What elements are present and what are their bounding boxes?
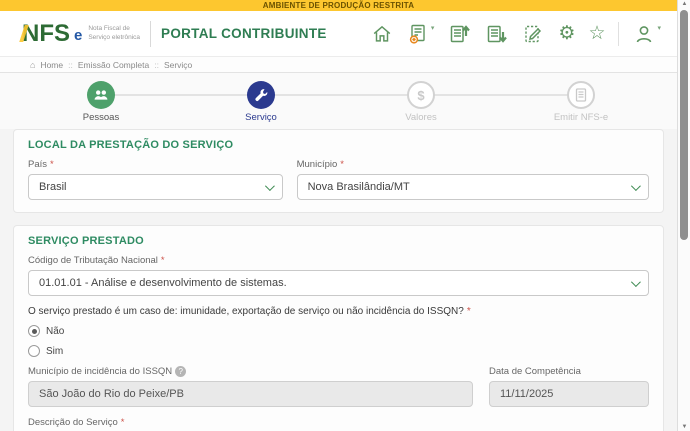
user-icon[interactable]: ▾ <box>632 22 661 46</box>
section-local-prestacao: LOCAL DA PRESTAÇÃO DO SERVIÇO País* Bras… <box>13 129 664 213</box>
section-servico-prestado: SERVIÇO PRESTADO Código de Tributação Na… <box>13 225 664 431</box>
scroll-up-icon[interactable]: ▲ <box>678 1 690 7</box>
breadcrumb-separator: :: <box>68 60 73 70</box>
radio-icon[interactable] <box>28 345 40 357</box>
document-icon <box>573 87 589 103</box>
wrench-icon <box>252 86 270 104</box>
section-title: SERVIÇO PRESTADO <box>28 235 649 247</box>
new-nfse-icon[interactable]: ▾ <box>406 22 435 46</box>
step-pessoas[interactable] <box>87 81 115 109</box>
notas-emitidas-icon[interactable] <box>447 22 471 46</box>
step-servico-label: Serviço <box>201 112 321 123</box>
help-icon[interactable]: ? <box>175 366 186 377</box>
nfse-logo-tagline: Nota Fiscal de Serviço eletrônica <box>88 25 140 41</box>
settings-icon[interactable]: ⚙ <box>558 23 575 45</box>
pais-select[interactable]: Brasil <box>28 174 283 200</box>
breadcrumb: ⌂ Home :: Emissão Completa :: Serviço <box>0 57 677 73</box>
app-header: NFS e Nota Fiscal de Serviço eletrônica … <box>0 11 677 57</box>
header-toolbar: ▾ <box>371 22 661 46</box>
breadcrumb-home-icon: ⌂ <box>30 60 35 70</box>
vertical-scrollbar[interactable]: ▲ ▼ <box>677 0 690 431</box>
required-asterisk: * <box>340 159 344 170</box>
required-asterisk: * <box>467 306 471 317</box>
nfse-logo: NFS e Nota Fiscal de Serviço eletrônica <box>22 22 140 46</box>
home-icon[interactable] <box>371 23 393 45</box>
nfse-logo-e: e <box>74 25 82 46</box>
notas-recebidas-icon[interactable] <box>484 22 508 46</box>
field-pais: País* Brasil <box>28 159 283 200</box>
step-emitir-label: Emitir NFS-e <box>521 112 641 123</box>
municipio-select[interactable]: Nova Brasilândia/MT <box>297 174 649 200</box>
section-title: LOCAL DA PRESTAÇÃO DO SERVIÇO <box>28 139 649 151</box>
municipio-incidencia-input <box>28 381 473 407</box>
rascunhos-icon[interactable] <box>521 22 545 46</box>
field-descricao: Descrição do Serviço* <box>28 417 649 431</box>
data-competencia-input <box>489 381 649 407</box>
portal-title: PORTAL CONTRIBUINTE <box>161 26 327 41</box>
breadcrumb-servico[interactable]: Serviço <box>164 60 192 70</box>
required-asterisk: * <box>121 417 125 428</box>
field-municipio: Município* Nova Brasilândia/MT <box>297 159 649 200</box>
breadcrumb-emissao-completa[interactable]: Emissão Completa <box>78 60 149 70</box>
stepper-line <box>101 94 581 96</box>
scrollbar-thumb[interactable] <box>680 10 688 240</box>
step-valores[interactable]: $ <box>407 81 435 109</box>
breadcrumb-home[interactable]: Home <box>40 60 63 70</box>
environment-banner: AMBIENTE DE PRODUÇÃO RESTRITA <box>0 0 677 11</box>
chevron-down-icon <box>265 181 275 191</box>
main-column: AMBIENTE DE PRODUÇÃO RESTRITA NFS e Nota… <box>0 0 677 431</box>
field-data-competencia: Data de Competência <box>489 366 649 407</box>
step-valores-label: Valores <box>361 112 481 123</box>
scroll-down-icon[interactable]: ▼ <box>678 424 690 430</box>
radio-option-sim[interactable]: Sim <box>28 345 649 357</box>
required-asterisk: * <box>50 159 54 170</box>
chevron-down-icon <box>631 181 641 191</box>
radio-icon[interactable] <box>28 325 40 337</box>
logo-divider <box>150 21 151 47</box>
nfse-logo-text: NFS <box>22 22 70 46</box>
radio-option-nao[interactable]: Não <box>28 325 649 337</box>
field-municipio-incidencia: Município de incidência do ISSQN ? <box>28 366 473 407</box>
issqn-question: O serviço prestado é um caso de: imunida… <box>28 306 649 317</box>
step-servico[interactable] <box>247 81 275 109</box>
breadcrumb-separator: :: <box>154 60 159 70</box>
favorites-icon[interactable]: ☆ <box>588 23 605 45</box>
chevron-down-icon <box>631 277 641 287</box>
step-emitir-nfse[interactable] <box>567 81 595 109</box>
field-codigo-tributacao: Código de Tributação Nacional* 01.01.01 … <box>28 255 649 296</box>
wizard-stepper: Pessoas Serviço $ Valores Emitir NFS-e <box>0 73 677 129</box>
dollar-icon: $ <box>417 88 424 103</box>
nfse-portal-window: AMBIENTE DE PRODUÇÃO RESTRITA NFS e Nota… <box>0 0 690 431</box>
people-icon <box>91 85 111 105</box>
dropdown-caret-icon: ▾ <box>657 24 661 32</box>
required-asterisk: * <box>161 255 165 266</box>
codigo-tributacao-select[interactable]: 01.01.01 - Análise e desenvolvimento de … <box>28 270 649 296</box>
step-pessoas-label: Pessoas <box>41 112 161 123</box>
dropdown-caret-icon: ▾ <box>431 24 435 32</box>
toolbar-divider <box>618 22 619 46</box>
